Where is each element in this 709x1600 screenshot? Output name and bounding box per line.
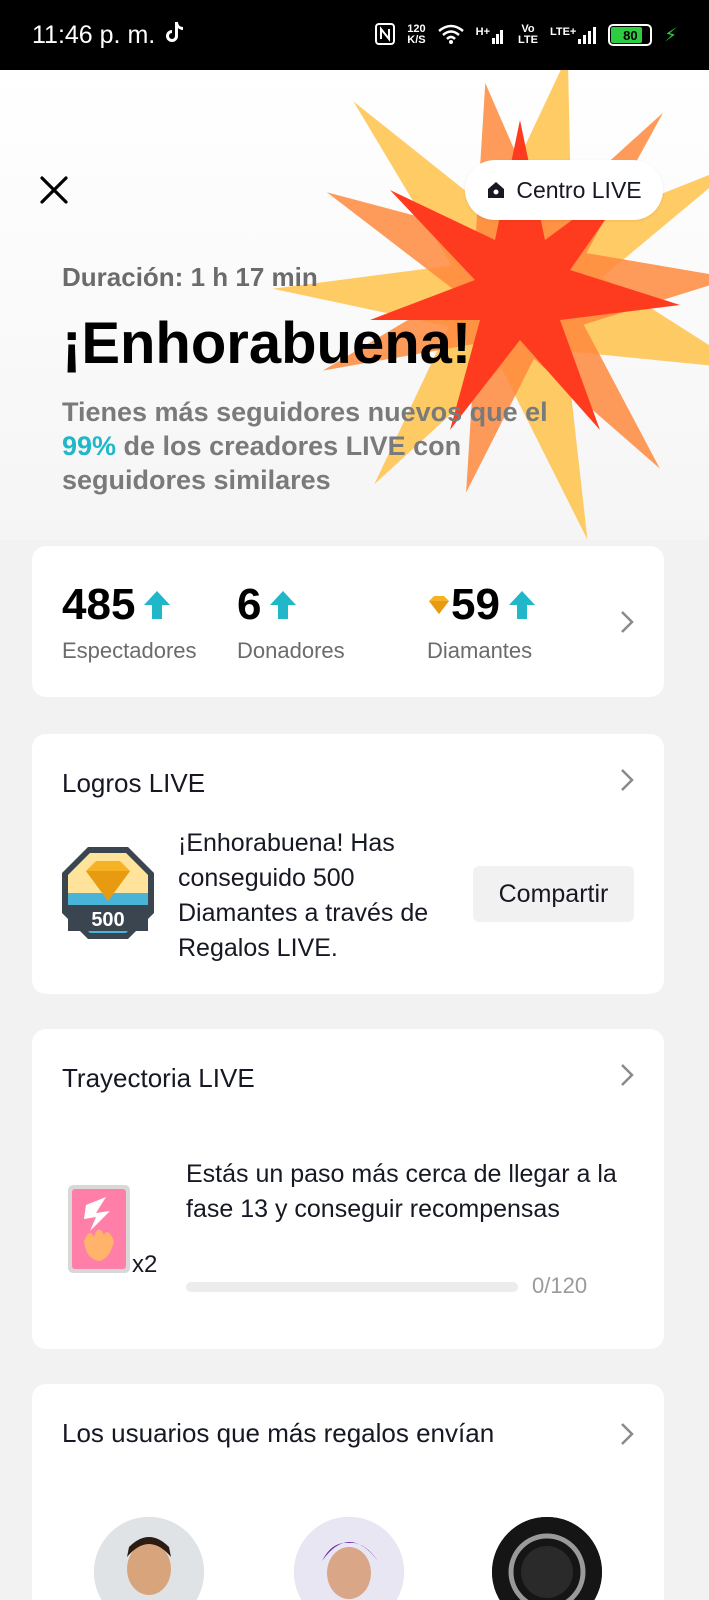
battery-icon: 80 — [608, 24, 653, 46]
share-button[interactable]: Compartir — [473, 866, 634, 922]
signal-lte-plus: LTE+ — [549, 26, 597, 44]
achievements-title: Logros LIVE — [62, 768, 206, 798]
signal1-label: H+ — [475, 26, 490, 38]
up-arrow-icon — [508, 591, 535, 619]
diamonds-value: 59 — [451, 580, 500, 629]
live-achievements-card[interactable]: Logros LIVE 500 ¡Enhorabuena! Has conseg… — [32, 734, 664, 994]
avatar[interactable] — [492, 1517, 602, 1600]
up-arrow-icon — [144, 591, 171, 619]
donors-value: 6 — [237, 580, 262, 629]
stats-card[interactable]: 485 Espectadores 6 Donadores 59 Diamante… — [32, 546, 664, 697]
diamonds-stat: 59 Diamantes — [427, 580, 536, 664]
charging-icon: ⚡ — [664, 24, 677, 45]
badge-number: 500 — [91, 909, 125, 931]
donors-stat: 6 Donadores — [237, 580, 345, 664]
trajectory-title: Trayectoria LIVE — [62, 1063, 255, 1093]
subtitle-text-end: de los creadores LIVE con seguidores sim… — [62, 431, 462, 495]
wifi-icon — [437, 24, 464, 47]
trajectory-description: Estás un paso más cerca de llegar a la f… — [186, 1160, 617, 1223]
volte-bottom: LTE — [518, 34, 538, 46]
chevron-right-icon — [621, 1064, 634, 1086]
avatar[interactable] — [294, 1517, 404, 1600]
page-title: ¡Enhorabuena! — [62, 311, 472, 376]
up-arrow-icon — [270, 591, 297, 619]
battery-level: 80 — [623, 27, 638, 43]
net-speed-unit: K/S — [407, 34, 426, 46]
chevron-right-icon — [621, 769, 634, 791]
trajectory-progress-bar — [186, 1282, 518, 1292]
volte-indicator: Vo LTE — [518, 24, 538, 46]
chevron-right-icon — [621, 1423, 634, 1445]
viewers-label: Espectadores — [62, 638, 197, 663]
subtitle: Tienes más seguidores nuevos que el 99% … — [62, 395, 602, 497]
card-multiplier: x2 — [132, 1251, 158, 1278]
top-gifters-card[interactable]: Los usuarios que más regalos envían — [32, 1384, 664, 1600]
top-gifters-title: Los usuarios que más regalos envían — [62, 1418, 495, 1448]
donors-label: Donadores — [237, 638, 345, 663]
diamond-achievement-badge: 500 — [60, 845, 156, 946]
live-center-button[interactable]: Centro LIVE — [465, 160, 663, 220]
live-duration: Duración: 1 h 17 min — [62, 262, 318, 292]
progress-text: 0/120 — [532, 1273, 588, 1298]
hero-section: Centro LIVE Duración: 1 h 17 min ¡Enhora… — [0, 70, 709, 540]
close-button[interactable] — [36, 172, 72, 208]
viewers-stat: 485 Espectadores — [62, 580, 197, 664]
network-speed: 120 K/S — [407, 24, 425, 46]
home-icon — [488, 182, 505, 198]
achievement-description: ¡Enhorabuena! Has conseguido 500 Diamant… — [178, 829, 429, 962]
tiktok-icon — [165, 21, 184, 50]
nfc-icon — [375, 22, 396, 48]
close-icon — [40, 176, 68, 204]
signal3-label: LTE+ — [549, 26, 577, 38]
viewers-value: 485 — [62, 580, 136, 629]
diamond-icon — [429, 596, 449, 614]
subtitle-text-start: Tienes más seguidores nuevos que el — [62, 397, 548, 427]
signal-h-plus: H+ — [476, 26, 506, 44]
live-center-label: Centro LIVE — [516, 176, 642, 203]
live-trajectory-card[interactable]: Trayectoria LIVE x2 Estás un paso más ce… — [32, 1029, 664, 1349]
boost-card-icon — [66, 1183, 132, 1280]
avatar[interactable] — [94, 1517, 204, 1600]
chevron-right-icon — [621, 611, 634, 633]
subtitle-percentage: 99% — [62, 431, 117, 461]
diamonds-label: Diamantes — [427, 638, 533, 663]
status-bar: 11:46 p. m. 120 K/S H+ Vo LTE LTE+ 80 ⚡ — [0, 0, 709, 70]
status-time: 11:46 p. m. — [32, 20, 156, 49]
